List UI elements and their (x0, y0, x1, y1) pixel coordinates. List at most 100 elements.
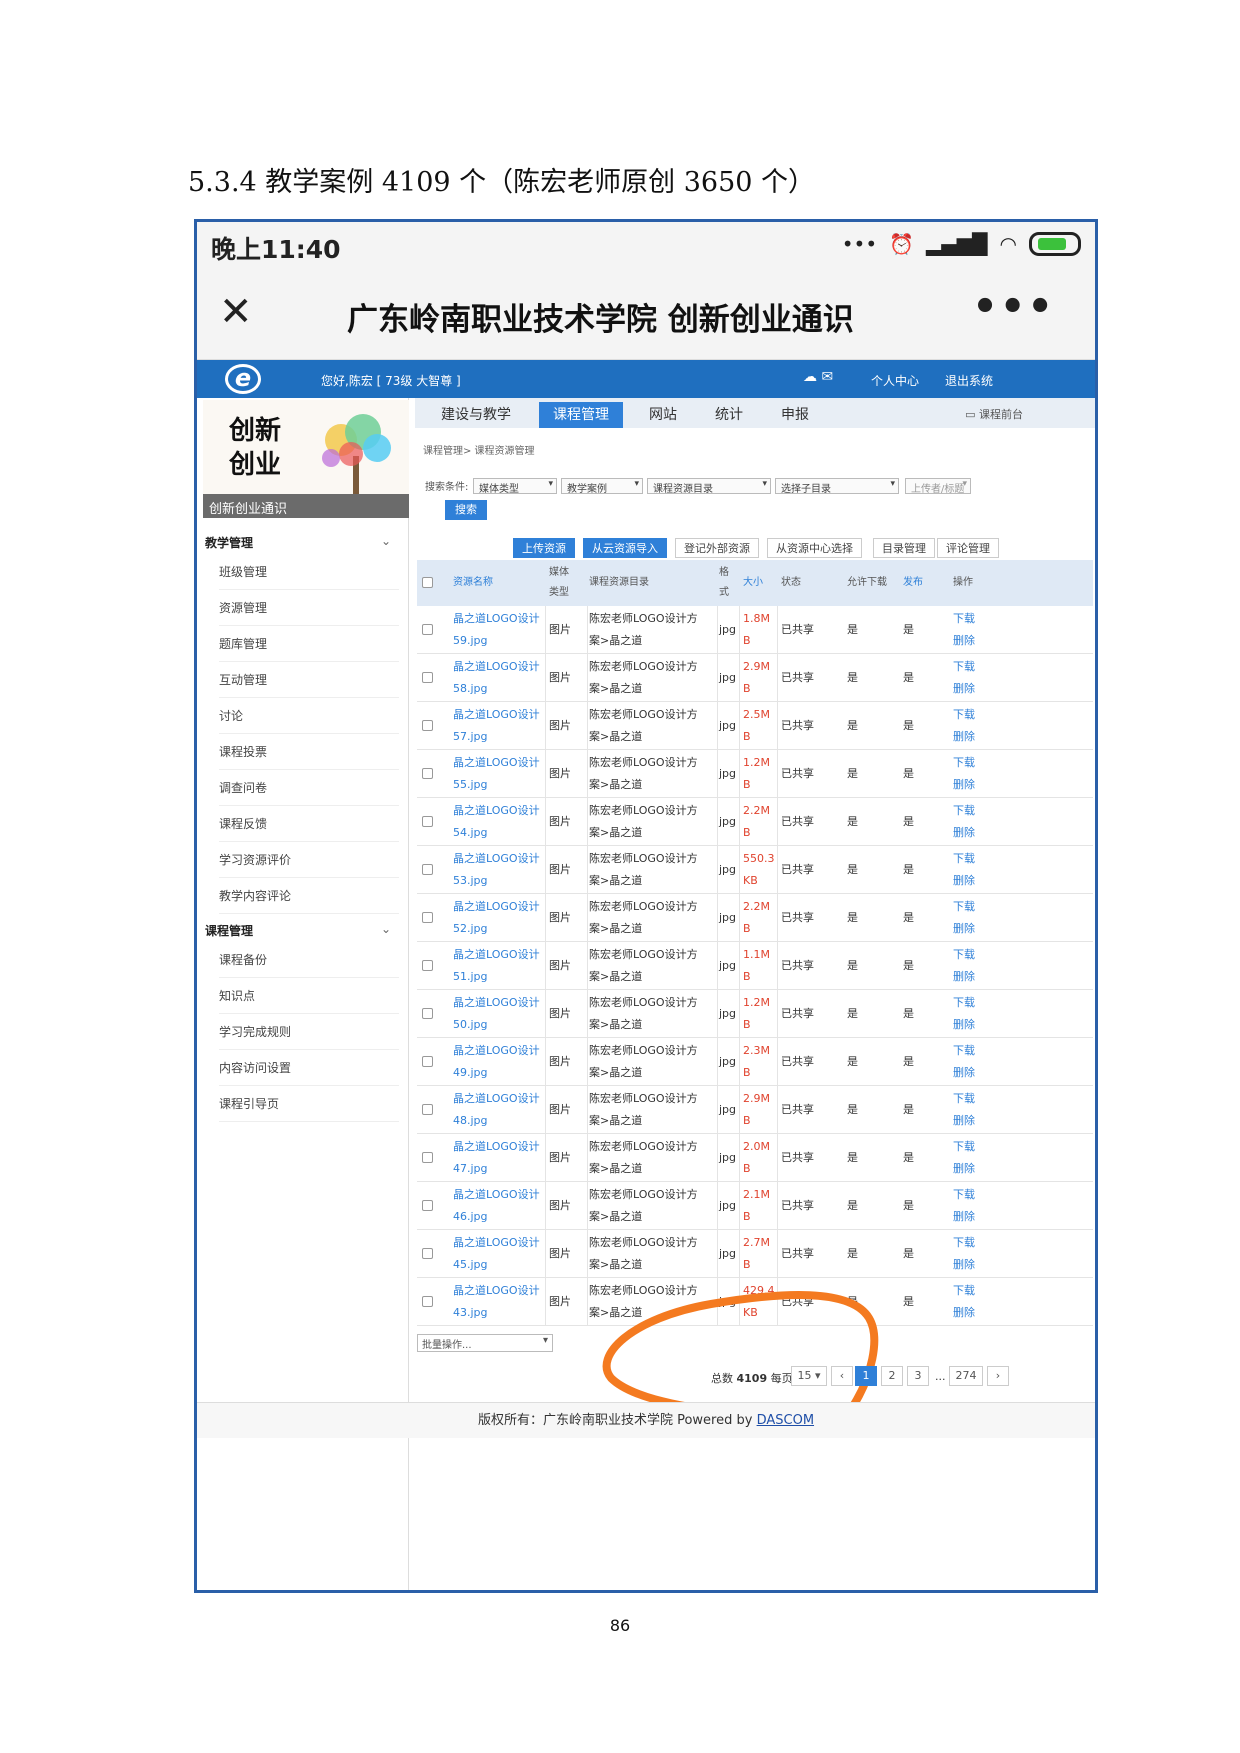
delete-link[interactable]: 删除 (953, 1110, 975, 1132)
row-checkbox[interactable] (422, 1248, 433, 1259)
download-link[interactable]: 下载 (953, 848, 975, 870)
select-all-checkbox[interactable] (422, 577, 433, 588)
download-link[interactable]: 下载 (953, 608, 975, 630)
sidebar-item[interactable]: 资源管理 (219, 590, 399, 626)
delete-link[interactable]: 删除 (953, 870, 975, 892)
personal-center-link[interactable]: 个人中心 (871, 372, 919, 389)
tab-apply[interactable]: 申报 (767, 402, 823, 428)
resource-name[interactable]: 晶之道LOGO设计 57.jpg (453, 702, 540, 750)
resource-name[interactable]: 晶之道LOGO设计 58.jpg (453, 654, 540, 702)
download-link[interactable]: 下载 (953, 896, 975, 918)
row-checkbox[interactable] (422, 1104, 433, 1115)
download-link[interactable]: 下载 (953, 992, 975, 1014)
resource-name[interactable]: 晶之道LOGO设计 48.jpg (453, 1086, 540, 1134)
delete-link[interactable]: 删除 (953, 918, 975, 940)
resource-name[interactable]: 晶之道LOGO设计 51.jpg (453, 942, 540, 990)
resource-name[interactable]: 晶之道LOGO设计 45.jpg (453, 1230, 540, 1278)
resource-name[interactable]: 晶之道LOGO设计 49.jpg (453, 1038, 540, 1086)
mail-icon[interactable]: ✉ (821, 369, 833, 385)
row-checkbox[interactable] (422, 960, 433, 971)
last-page-button[interactable]: 274 (949, 1366, 983, 1386)
sidebar-item[interactable]: 调查问卷 (219, 770, 399, 806)
row-checkbox[interactable] (422, 1056, 433, 1067)
delete-link[interactable]: 删除 (953, 1158, 975, 1180)
row-checkbox[interactable] (422, 768, 433, 779)
row-checkbox[interactable] (422, 720, 433, 731)
tab-course-management[interactable]: 课程管理 (539, 402, 623, 428)
delete-link[interactable]: 删除 (953, 1254, 975, 1276)
sidebar-item[interactable]: 知识点 (219, 978, 399, 1014)
chevron-down-icon[interactable]: ⌄ (381, 922, 391, 936)
download-link[interactable]: 下载 (953, 1088, 975, 1110)
sidebar-item[interactable]: 课程引导页 (219, 1086, 399, 1122)
subdir-select[interactable]: 选择子目录 (775, 478, 899, 495)
resource-name[interactable]: 晶之道LOGO设计 47.jpg (453, 1134, 540, 1182)
section-course-management[interactable]: 课程管理 ⌄ (205, 922, 401, 939)
delete-link[interactable]: 删除 (953, 1014, 975, 1036)
resource-name[interactable]: 晶之道LOGO设计 50.jpg (453, 990, 540, 1038)
delete-link[interactable]: 删除 (953, 630, 975, 652)
download-link[interactable]: 下载 (953, 1280, 975, 1302)
course-front-link[interactable]: ▭ 课程前台 (965, 406, 1023, 422)
download-link[interactable]: 下载 (953, 656, 975, 678)
sidebar-item[interactable]: 课程投票 (219, 734, 399, 770)
register-external-button[interactable]: 登记外部资源 (675, 538, 759, 558)
media-type-select[interactable]: 媒体类型 (473, 478, 557, 495)
delete-link[interactable]: 删除 (953, 1302, 975, 1324)
delete-link[interactable]: 删除 (953, 774, 975, 796)
delete-link[interactable]: 删除 (953, 726, 975, 748)
sidebar-item[interactable]: 课程反馈 (219, 806, 399, 842)
tab-website[interactable]: 网站 (635, 402, 691, 428)
row-checkbox[interactable] (422, 1152, 433, 1163)
delete-link[interactable]: 删除 (953, 822, 975, 844)
search-button[interactable]: 搜索 (445, 500, 487, 520)
section-teaching-management[interactable]: 教学管理 ⌄ (205, 534, 401, 551)
sidebar-item[interactable]: 课程备份 (219, 942, 399, 978)
resource-name[interactable]: 晶之道LOGO设计 53.jpg (453, 846, 540, 894)
uploader-search-input[interactable]: 上传者/标题 (905, 478, 971, 495)
download-link[interactable]: 下载 (953, 1136, 975, 1158)
row-checkbox[interactable] (422, 816, 433, 827)
row-checkbox[interactable] (422, 912, 433, 923)
download-link[interactable]: 下载 (953, 752, 975, 774)
tab-statistics[interactable]: 统计 (701, 402, 757, 428)
dascom-link[interactable]: DASCOM (757, 1413, 814, 1428)
cloud-icon[interactable]: ☁ (803, 369, 817, 385)
prev-page-button[interactable]: ‹ (831, 1366, 853, 1386)
directory-manage-button[interactable]: 目录管理 (873, 538, 935, 558)
download-link[interactable]: 下载 (953, 944, 975, 966)
logout-link[interactable]: 退出系统 (945, 372, 993, 389)
sidebar-item[interactable]: 讨论 (219, 698, 399, 734)
sidebar-item[interactable]: 内容访问设置 (219, 1050, 399, 1086)
sidebar-item[interactable]: 互动管理 (219, 662, 399, 698)
case-select[interactable]: 教学案例 (561, 478, 643, 495)
upload-resource-button[interactable]: 上传资源 (513, 538, 575, 558)
resource-name[interactable]: 晶之道LOGO设计 46.jpg (453, 1182, 540, 1230)
row-checkbox[interactable] (422, 672, 433, 683)
per-page-select[interactable]: 15 ▾ (791, 1366, 827, 1386)
delete-link[interactable]: 删除 (953, 966, 975, 988)
row-checkbox[interactable] (422, 1008, 433, 1019)
next-page-button[interactable]: › (987, 1366, 1009, 1386)
col-name[interactable]: 资源名称 (453, 560, 493, 606)
download-link[interactable]: 下载 (953, 1040, 975, 1062)
delete-link[interactable]: 删除 (953, 1206, 975, 1228)
sidebar-item[interactable]: 学习资源评价 (219, 842, 399, 878)
row-checkbox[interactable] (422, 624, 433, 635)
page-button[interactable]: 2 (881, 1366, 903, 1386)
tab-build-teach[interactable]: 建设与教学 (427, 402, 525, 428)
resource-name[interactable]: 晶之道LOGO设计 55.jpg (453, 750, 540, 798)
sidebar-item[interactable]: 题库管理 (219, 626, 399, 662)
import-cloud-button[interactable]: 从云资源导入 (583, 538, 667, 558)
page-button[interactable]: 3 (907, 1366, 929, 1386)
download-link[interactable]: 下载 (953, 704, 975, 726)
comment-manage-button[interactable]: 评论管理 (937, 538, 999, 558)
sidebar-item[interactable]: 教学内容评论 (219, 878, 399, 914)
sidebar-item[interactable]: 班级管理 (219, 554, 399, 590)
download-link[interactable]: 下载 (953, 1184, 975, 1206)
resource-name[interactable]: 晶之道LOGO设计 52.jpg (453, 894, 540, 942)
resource-name[interactable]: 晶之道LOGO设计 59.jpg (453, 606, 540, 654)
row-checkbox[interactable] (422, 1296, 433, 1307)
row-checkbox[interactable] (422, 1200, 433, 1211)
resource-name[interactable]: 晶之道LOGO设计 43.jpg (453, 1278, 540, 1326)
